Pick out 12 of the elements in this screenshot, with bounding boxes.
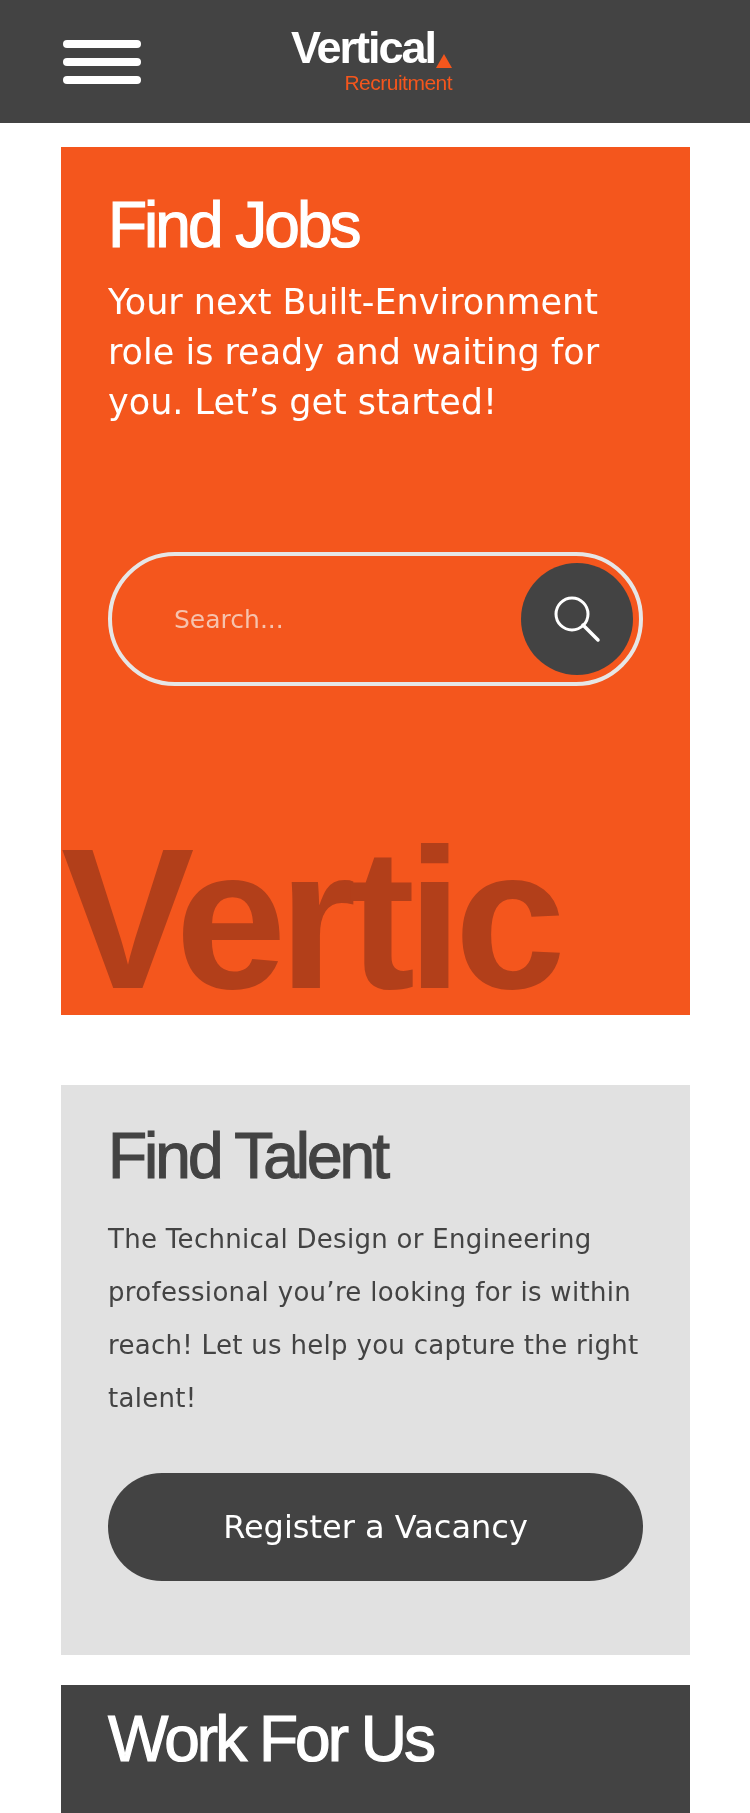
card-text: Your next Built-Environment role is ready and waiting for you. Let’s get started! <box>108 281 601 424</box>
card-title: Find Jobs <box>108 193 360 257</box>
background-word: Vertic <box>61 829 558 1015</box>
menu-icon[interactable] <box>63 39 141 84</box>
card-title: Work For Us <box>108 1707 435 1771</box>
register-button[interactable]: Register a Vacancy <box>108 1473 643 1582</box>
logo-name[interactable]: Vertical <box>291 24 436 70</box>
search-button[interactable] <box>521 563 633 675</box>
triangle-icon <box>436 53 453 68</box>
card-text: The Technical Design or Engineering professional you’re looking for is within reach! Let us help you capture the right talent! <box>108 1223 640 1416</box>
card-title: Find Talent <box>108 1121 389 1192</box>
search-input[interactable]: Search... <box>172 603 521 635</box>
